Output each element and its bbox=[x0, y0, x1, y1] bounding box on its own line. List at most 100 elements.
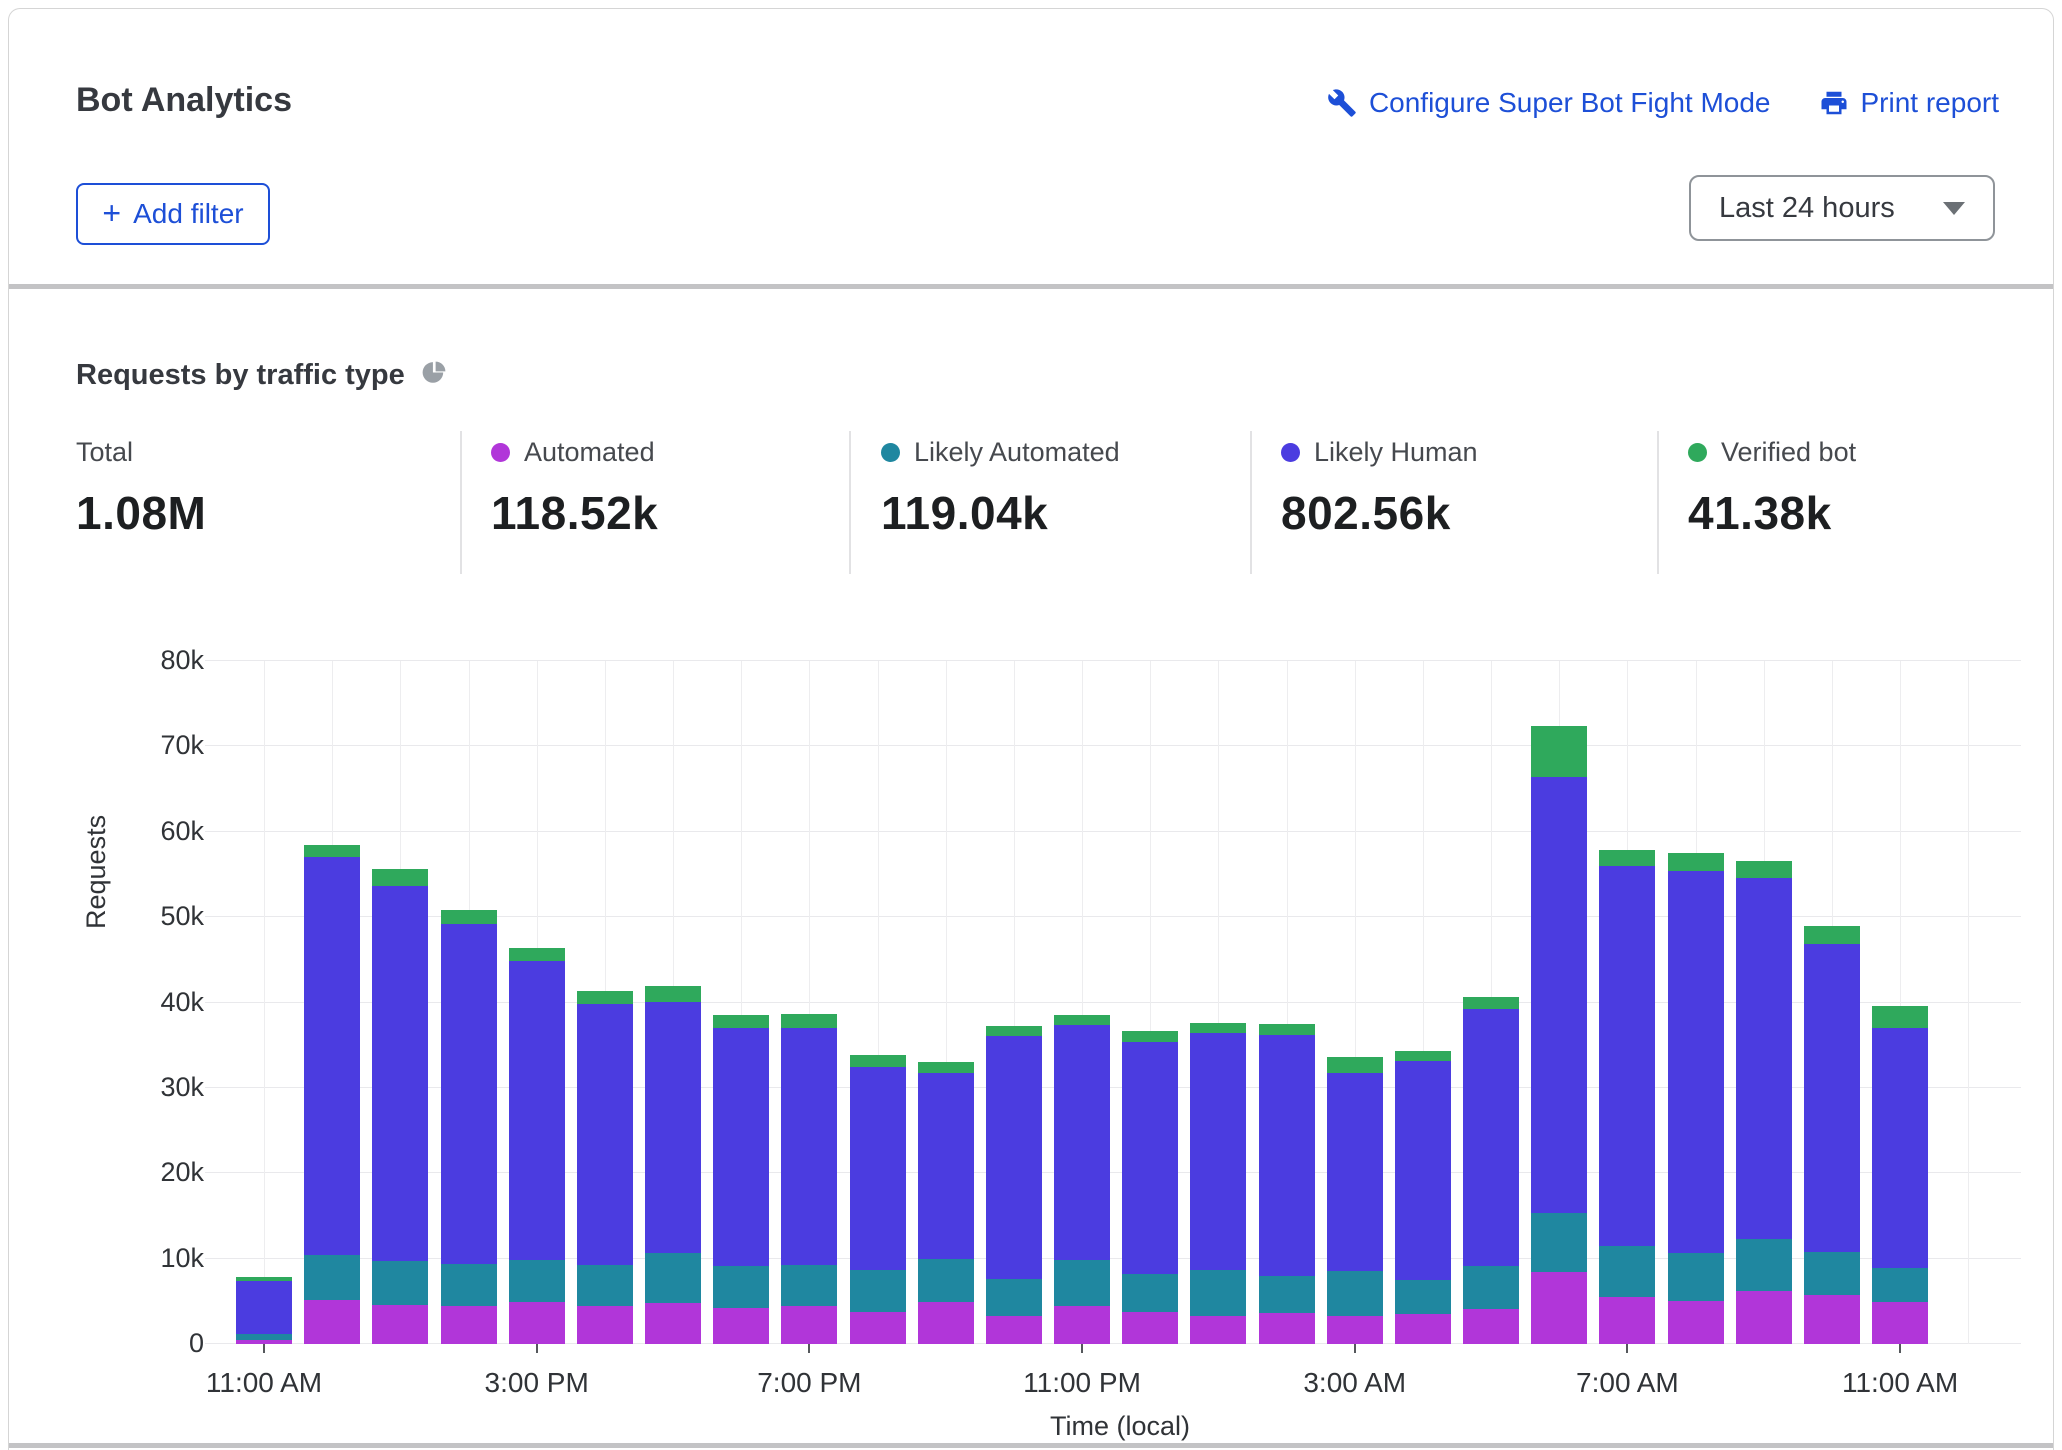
bar-segment-likely-automated bbox=[372, 1261, 428, 1305]
bar-segment-automated bbox=[850, 1312, 906, 1344]
bar-segment-likely-automated bbox=[1122, 1274, 1178, 1312]
gridline-vertical bbox=[264, 661, 265, 1344]
bar-segment-automated bbox=[1872, 1302, 1928, 1344]
stat-total: Total1.08M bbox=[76, 437, 206, 540]
print-report-link[interactable]: Print report bbox=[1819, 87, 2000, 119]
chart-bar-10-00-pm[interactable] bbox=[986, 1026, 1042, 1344]
chart-bar-5-00-pm[interactable] bbox=[645, 986, 701, 1344]
chart-bar-5-00-am[interactable] bbox=[1463, 997, 1519, 1344]
chart-bar-1-00-am[interactable] bbox=[1190, 1023, 1246, 1344]
time-range-select[interactable]: Last 24 hours bbox=[1689, 175, 1995, 241]
bar-segment-likely-automated bbox=[1327, 1271, 1383, 1316]
requests-stacked-bar-chart bbox=[219, 661, 2021, 1344]
x-tick-label: 3:00 PM bbox=[427, 1367, 647, 1399]
x-axis-title: Time (local) bbox=[1010, 1411, 1230, 1442]
chart-bar-3-00-pm[interactable] bbox=[509, 948, 565, 1344]
gridline-vertical bbox=[1968, 661, 1969, 1344]
bar-segment-likely-human bbox=[1190, 1033, 1246, 1270]
bar-segment-verified-bot bbox=[509, 948, 565, 961]
y-tick-label: 80k bbox=[84, 645, 204, 676]
add-filter-button[interactable]: + Add filter bbox=[76, 183, 270, 245]
bar-segment-automated bbox=[1054, 1306, 1110, 1344]
stat-verified-bot: Verified bot41.38k bbox=[1688, 437, 1856, 540]
bar-segment-automated bbox=[1190, 1316, 1246, 1344]
chevron-down-icon bbox=[1943, 202, 1965, 215]
chart-bar-1-00-pm[interactable] bbox=[372, 869, 428, 1344]
bar-segment-likely-human bbox=[850, 1067, 906, 1270]
bar-segment-likely-human bbox=[304, 857, 360, 1256]
stat-value: 41.38k bbox=[1688, 486, 1856, 540]
stat-value: 802.56k bbox=[1281, 486, 1478, 540]
bar-segment-likely-human bbox=[1804, 944, 1860, 1252]
y-tick-label: 40k bbox=[84, 987, 204, 1018]
chart-bar-10-00-am[interactable] bbox=[1804, 926, 1860, 1344]
chart-bar-11-00-pm[interactable] bbox=[1054, 1015, 1110, 1344]
bar-segment-likely-human bbox=[645, 1002, 701, 1253]
chart-bar-4-00-pm[interactable] bbox=[577, 991, 633, 1344]
bar-segment-likely-human bbox=[1668, 871, 1724, 1253]
chart-bar-11-00-am[interactable] bbox=[236, 1277, 292, 1344]
pie-chart-icon bbox=[421, 360, 447, 391]
y-tick-label: 70k bbox=[84, 730, 204, 761]
printer-icon bbox=[1819, 88, 1849, 118]
stat-label: Likely Automated bbox=[914, 437, 1120, 468]
chart-bar-7-00-pm[interactable] bbox=[781, 1014, 837, 1344]
bar-segment-likely-human bbox=[1122, 1042, 1178, 1274]
bar-segment-likely-automated bbox=[1531, 1213, 1587, 1272]
y-tick-label: 50k bbox=[84, 901, 204, 932]
stat-value: 1.08M bbox=[76, 486, 206, 540]
stat-divider bbox=[1657, 431, 1659, 574]
bar-segment-verified-bot bbox=[781, 1014, 837, 1029]
bar-segment-verified-bot bbox=[1259, 1024, 1315, 1035]
bar-segment-likely-human bbox=[372, 886, 428, 1262]
bar-segment-verified-bot bbox=[1463, 997, 1519, 1009]
chart-bar-2-00-am[interactable] bbox=[1259, 1024, 1315, 1344]
bar-segment-likely-human bbox=[1531, 777, 1587, 1213]
stat-automated: Automated118.52k bbox=[491, 437, 658, 540]
bar-segment-likely-automated bbox=[1395, 1280, 1451, 1314]
wrench-icon bbox=[1327, 88, 1357, 118]
bar-segment-automated bbox=[986, 1316, 1042, 1344]
bar-segment-likely-automated bbox=[986, 1279, 1042, 1316]
x-tick-mark bbox=[263, 1344, 265, 1353]
bar-segment-likely-automated bbox=[1736, 1239, 1792, 1291]
x-tick-mark bbox=[1354, 1344, 1356, 1353]
y-tick-label: 60k bbox=[84, 816, 204, 847]
chart-bar-4-00-am[interactable] bbox=[1395, 1051, 1451, 1344]
bar-segment-likely-human bbox=[1599, 866, 1655, 1246]
bar-segment-verified-bot bbox=[304, 845, 360, 856]
bar-segment-automated bbox=[509, 1302, 565, 1344]
gridline-horizontal bbox=[205, 831, 2021, 832]
bar-segment-automated bbox=[1599, 1297, 1655, 1344]
gridline-horizontal bbox=[205, 745, 2021, 746]
stat-label: Automated bbox=[524, 437, 655, 468]
chart-bar-12-00-am[interactable] bbox=[1122, 1031, 1178, 1344]
bar-segment-verified-bot bbox=[850, 1055, 906, 1067]
chart-bar-6-00-am[interactable] bbox=[1531, 726, 1587, 1344]
chart-bar-2-00-pm[interactable] bbox=[441, 910, 497, 1344]
bar-segment-likely-automated bbox=[509, 1260, 565, 1302]
plus-icon: + bbox=[102, 197, 121, 229]
chart-bar-9-00-am[interactable] bbox=[1736, 861, 1792, 1344]
legend-dot bbox=[1281, 443, 1300, 462]
bar-segment-likely-automated bbox=[781, 1265, 837, 1307]
bar-segment-likely-human bbox=[441, 924, 497, 1264]
chart-bar-8-00-am[interactable] bbox=[1668, 853, 1724, 1344]
chart-bar-11-00-am[interactable] bbox=[1872, 1006, 1928, 1344]
bar-segment-likely-automated bbox=[850, 1270, 906, 1312]
bar-segment-likely-automated bbox=[918, 1259, 974, 1303]
bottom-section-divider bbox=[9, 1443, 2053, 1448]
chart-bar-12-00-pm[interactable] bbox=[304, 845, 360, 1344]
configure-super-bot-fight-mode-link[interactable]: Configure Super Bot Fight Mode bbox=[1327, 87, 1771, 119]
bar-segment-verified-bot bbox=[713, 1015, 769, 1028]
chart-bar-6-00-pm[interactable] bbox=[713, 1015, 769, 1344]
chart-bar-7-00-am[interactable] bbox=[1599, 850, 1655, 1344]
chart-bar-3-00-am[interactable] bbox=[1327, 1057, 1383, 1344]
chart-bar-8-00-pm[interactable] bbox=[850, 1055, 906, 1344]
y-tick-label: 0 bbox=[84, 1328, 204, 1359]
chart-bar-9-00-pm[interactable] bbox=[918, 1062, 974, 1344]
print-link-label: Print report bbox=[1861, 87, 2000, 119]
x-tick-mark bbox=[1626, 1344, 1628, 1353]
bar-segment-automated bbox=[1668, 1301, 1724, 1345]
bar-segment-verified-bot bbox=[1190, 1023, 1246, 1033]
